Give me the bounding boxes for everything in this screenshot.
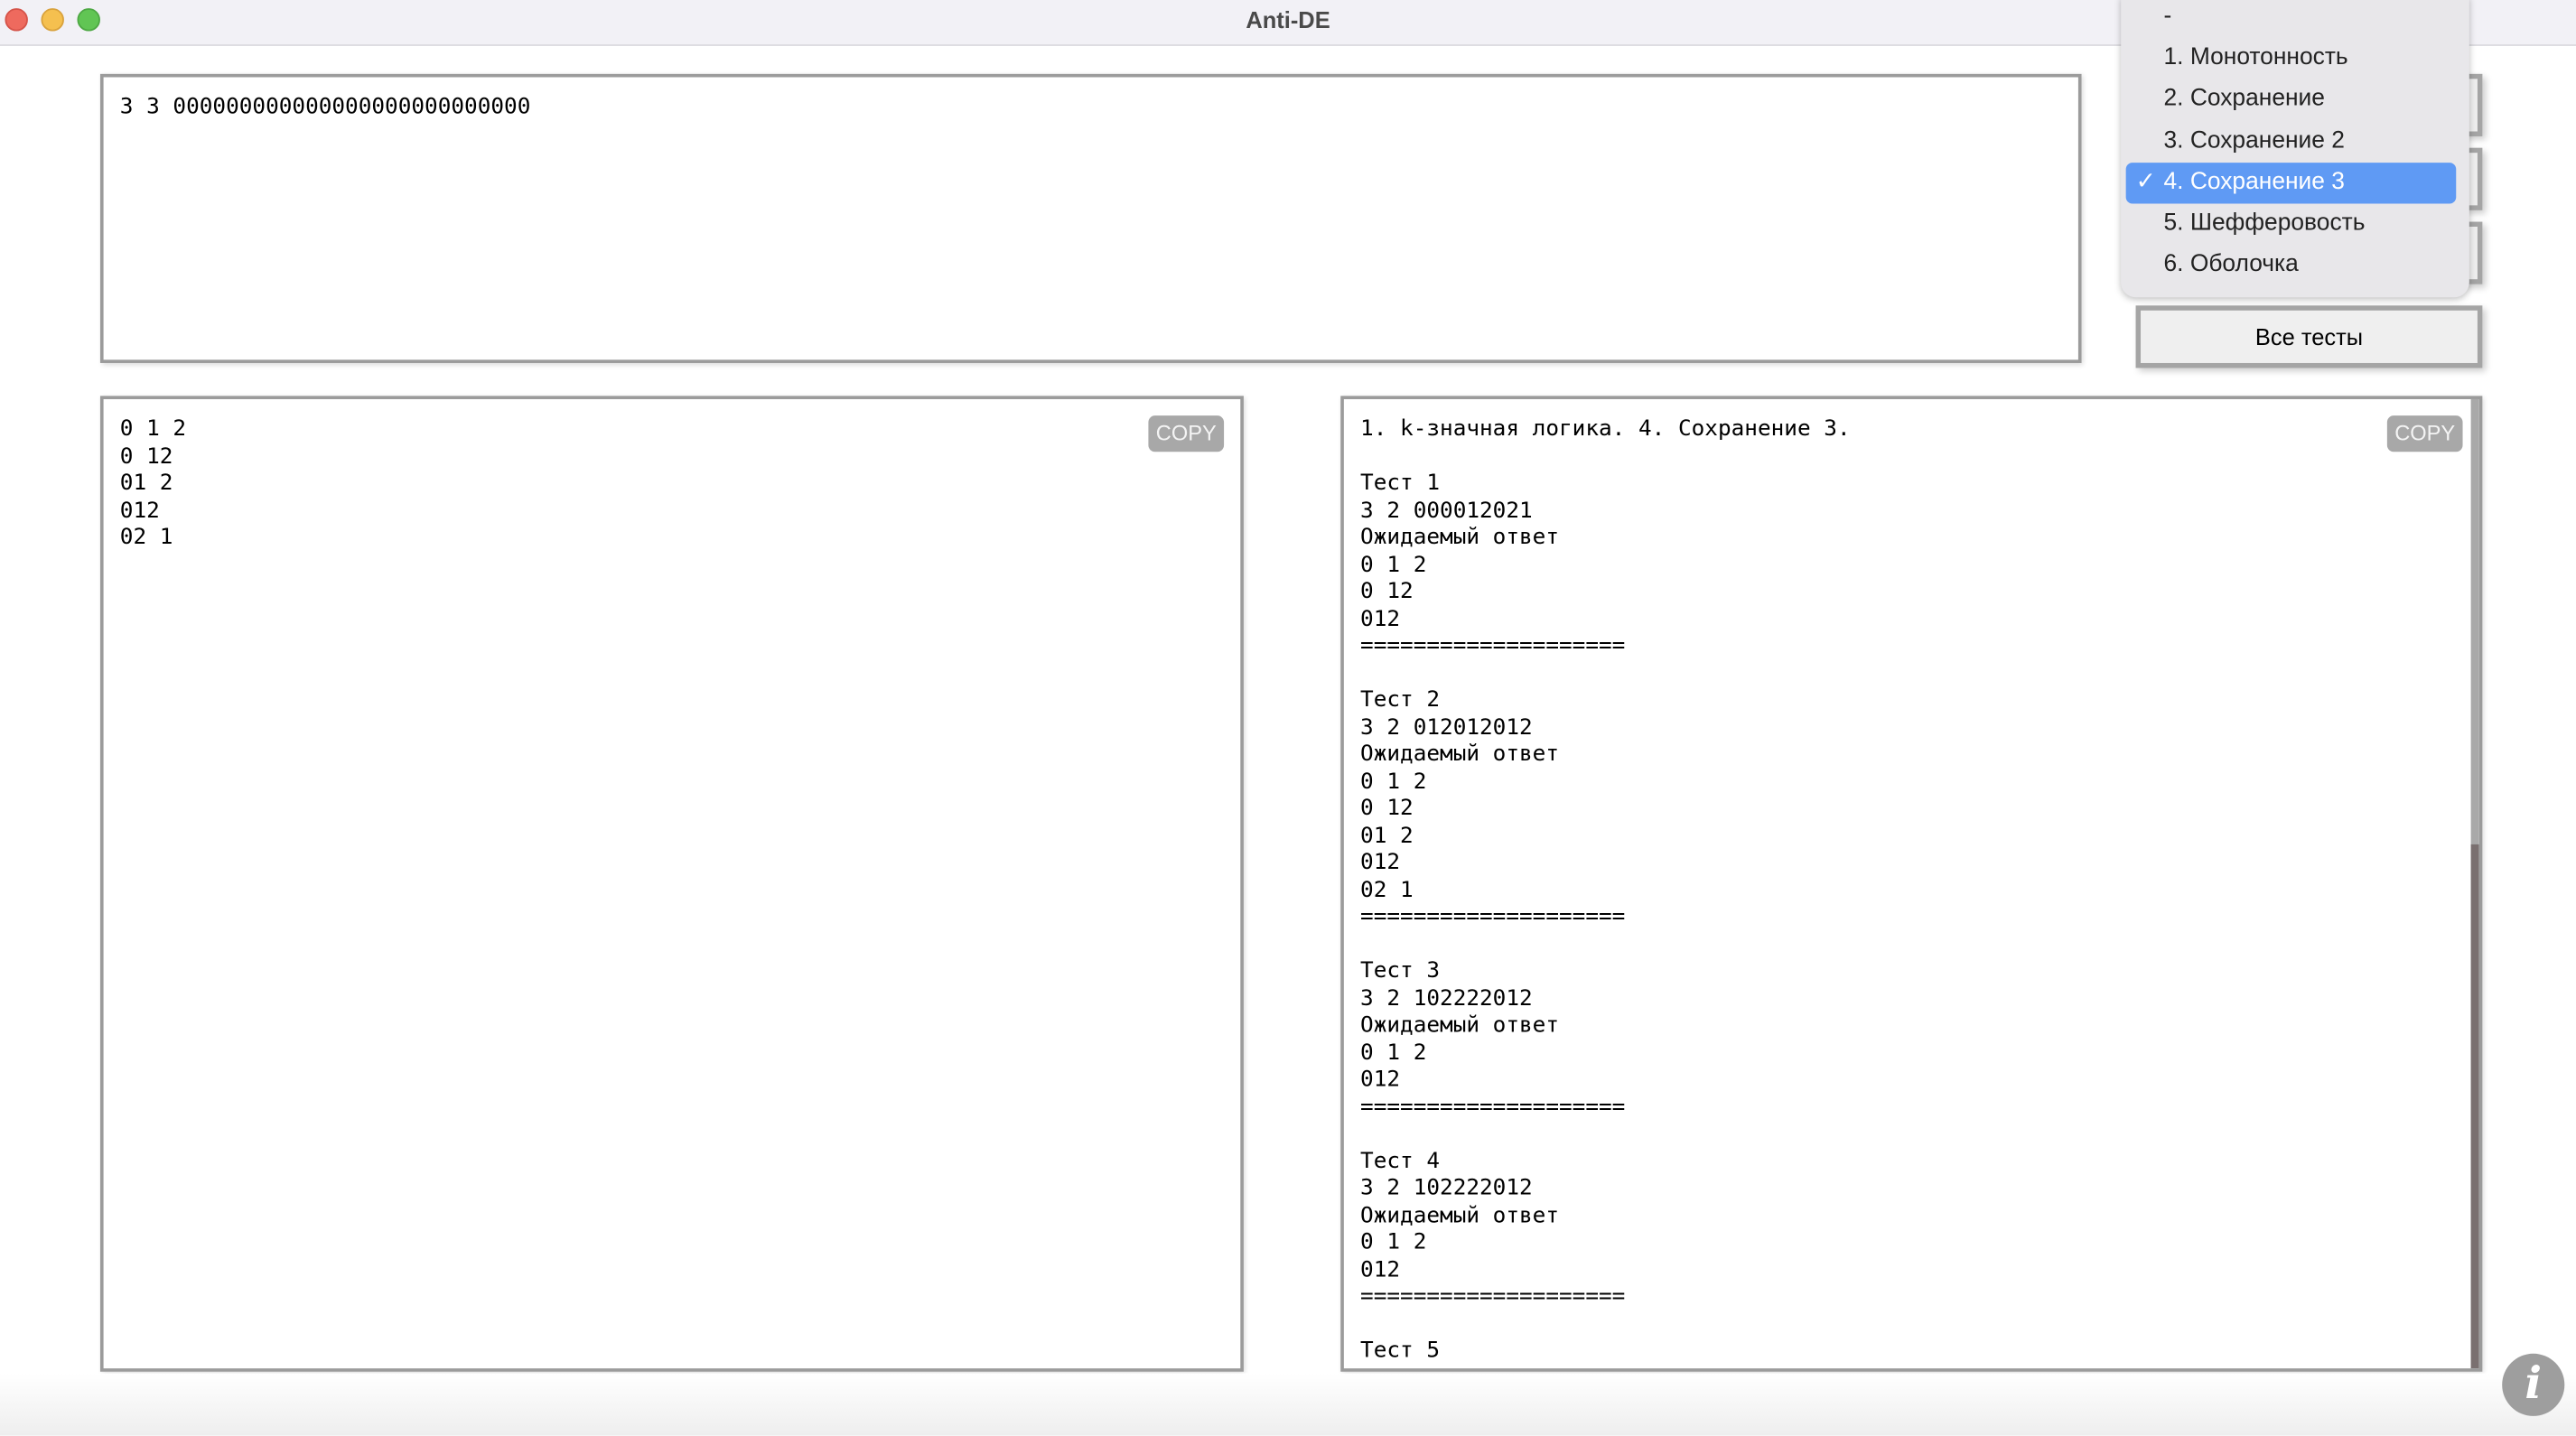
app-window: Anti-DE 3 3 000000000000000000000000000 … (0, 0, 2576, 1436)
dropdown-item-preservation-2[interactable]: 3. Сохранение 2 (2126, 122, 2457, 163)
dropdown-item-preservation-3[interactable]: ✓ 4. Сохранение 3 (2125, 163, 2457, 204)
dropdown-item-label: 4. Сохранение 3 (2163, 169, 2345, 196)
tests-text: 1. k-значная логика. 4. Сохранение 3. Те… (1360, 417, 1851, 1364)
scrollbar-thumb[interactable] (2470, 844, 2479, 1369)
dropdown-item-label: 2. Сохранение (2163, 85, 2325, 112)
copy-result-button[interactable]: COPY (1148, 415, 1225, 452)
test-type-dropdown-menu[interactable]: - 1. Монотонность 2. Сохранение 3. Сохра… (2121, 0, 2469, 298)
dropdown-item-label: 3. Сохранение 2 (2163, 127, 2345, 154)
dropdown-item-label: 5. Шефферовость (2163, 210, 2366, 237)
dropdown-item-none[interactable]: - (2126, 0, 2457, 38)
dropdown-item-preservation[interactable]: 2. Сохранение (2126, 79, 2457, 119)
dropdown-item-closure[interactable]: 6. Оболочка (2126, 245, 2457, 285)
dropdown-item-label: - (2163, 3, 2172, 30)
input-textarea[interactable]: 3 3 000000000000000000000000000 (99, 73, 2082, 363)
input-text: 3 3 000000000000000000000000000 (119, 95, 531, 120)
copy-tests-button[interactable]: COPY (2386, 415, 2463, 452)
dropdown-item-monotonicity[interactable]: 1. Монотонность (2126, 38, 2457, 79)
result-text: 0 1 2 0 12 01 2 012 02 1 (119, 417, 187, 551)
checkmark-icon: ✓ (2135, 169, 2156, 196)
result-output-panel[interactable]: 0 1 2 0 12 01 2 012 02 1 COPY (99, 396, 1244, 1372)
dropdown-item-label: 6. Оболочка (2163, 251, 2299, 278)
dropdown-item-label: 1. Монотонность (2163, 44, 2348, 71)
tests-scrollbar[interactable] (2470, 398, 2479, 1369)
dropdown-item-sheffer[interactable]: 5. Шефферовость (2126, 204, 2457, 245)
info-icon[interactable]: i (2502, 1353, 2565, 1416)
all-tests-button[interactable]: Все тесты (2135, 305, 2483, 368)
bottom-shadow (0, 1373, 2576, 1436)
tests-output-panel[interactable]: 1. k-значная логика. 4. Сохранение 3. Те… (1340, 396, 2483, 1372)
